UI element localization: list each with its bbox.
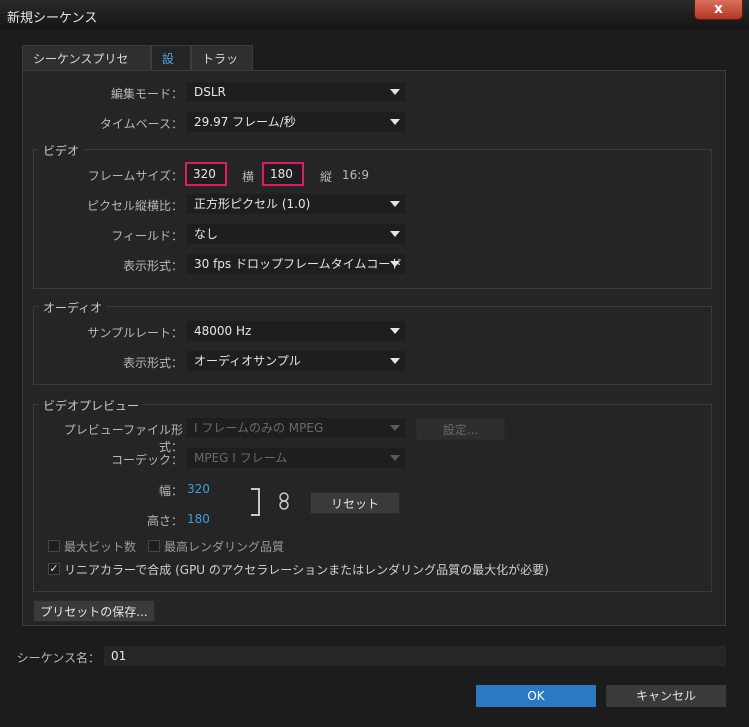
pixel-aspect-dropdown[interactable]: 正方形ピクセル (1.0) (187, 194, 405, 214)
max-render-quality-checkbox[interactable] (148, 540, 160, 552)
video-preview-group-title: ビデオプレビュー (39, 397, 144, 414)
preview-file-format-dropdown[interactable]: I フレームのみの MPEG (187, 418, 405, 438)
link-bracket (251, 488, 260, 516)
codec-value: MPEG I フレーム (194, 451, 288, 465)
preview-settings-button[interactable]: 設定... (416, 418, 505, 440)
preview-width-value[interactable]: 320 (187, 482, 210, 496)
video-display-format-label: 表示形式： (122, 259, 183, 273)
edit-mode-label: 編集モード： (110, 87, 183, 101)
preview-height-label: 高さ： (146, 514, 183, 528)
video-display-format-dropdown[interactable]: 30 fps ドロップフレームタイムコード (187, 254, 405, 274)
fields-value: なし (194, 227, 219, 241)
fields-dropdown[interactable]: なし (187, 224, 405, 244)
chevron-down-icon (390, 231, 400, 237)
codec-dropdown[interactable]: MPEG I フレーム (187, 448, 405, 468)
window-title: 新規シーケンス (7, 11, 98, 26)
close-icon: x (713, 1, 724, 17)
fields-label: フィールド： (111, 229, 183, 243)
cancel-button[interactable]: キャンセル (606, 685, 726, 707)
edit-mode-value: DSLR (194, 85, 226, 99)
frame-width-input[interactable]: 320 (185, 162, 227, 186)
chain-link-icon[interactable] (278, 492, 290, 510)
reset-button[interactable]: リセット (310, 492, 400, 514)
video-display-format-value: 30 fps ドロップフレームタイムコード (194, 257, 403, 271)
audio-group (33, 306, 712, 385)
linear-color-checkbox[interactable]: ✓ (48, 563, 60, 575)
chevron-down-icon (390, 89, 400, 95)
chevron-down-icon (390, 201, 400, 207)
video-group-title: ビデオ (39, 142, 84, 159)
audio-display-format-label: 表示形式： (122, 356, 183, 370)
close-button[interactable]: x (694, 0, 743, 20)
pixel-aspect-value: 正方形ピクセル (1.0) (194, 197, 311, 211)
audio-group-title: オーディオ (39, 299, 107, 316)
max-render-quality-label: 最高レンダリング品質 (164, 540, 285, 554)
chevron-down-icon (390, 425, 400, 431)
sequence-name-label: シーケンス名： (16, 651, 100, 665)
edit-mode-dropdown[interactable]: DSLR (187, 82, 405, 102)
frame-size-label: フレームサイズ： (87, 169, 183, 183)
tab-settings[interactable]: 設定 (151, 45, 191, 92)
linear-color-label: リニアカラーで合成 (GPU のアクセラレーションまたはレンダリング品質の最大化… (64, 563, 549, 577)
tab-sequence-presets[interactable]: シーケンスプリセット (22, 45, 151, 92)
sequence-name-input[interactable]: 01 (104, 646, 726, 666)
checkmark-icon: ✓ (49, 562, 59, 575)
preview-width-label: 幅： (158, 484, 183, 498)
timebase-value: 29.97 フレーム/秒 (194, 115, 296, 129)
frame-height-input[interactable]: 180 (262, 162, 304, 186)
ok-button[interactable]: OK (476, 685, 596, 707)
preview-file-format-label: プレビューファイル形式： (63, 423, 183, 454)
chevron-down-icon (390, 119, 400, 125)
audio-display-format-value: オーディオサンプル (194, 354, 301, 368)
pixel-aspect-label: ピクセル縦横比： (86, 199, 183, 213)
preview-file-format-value: I フレームのみの MPEG (194, 421, 324, 435)
audio-display-format-dropdown[interactable]: オーディオサンプル (187, 351, 405, 371)
chevron-down-icon (390, 358, 400, 364)
sample-rate-value: 48000 Hz (194, 324, 252, 338)
sample-rate-dropdown[interactable]: 48000 Hz (187, 321, 405, 341)
height-unit-label: 縦 (320, 170, 333, 184)
save-preset-button[interactable]: プリセットの保存... (33, 600, 155, 622)
preview-height-value[interactable]: 180 (187, 512, 210, 526)
chevron-down-icon (390, 261, 400, 267)
aspect-ratio-text: 16:9 (342, 168, 369, 182)
max-bit-depth-label: 最大ビット数 (64, 540, 137, 554)
width-unit-label: 横 (242, 170, 255, 184)
timebase-label: タイムベース： (99, 117, 183, 131)
timebase-dropdown[interactable]: 29.97 フレーム/秒 (187, 112, 405, 132)
tab-tracks[interactable]: トラック (191, 45, 253, 92)
title-bar: 新規シーケンス x (0, 0, 749, 30)
sample-rate-label: サンプルレート： (87, 326, 183, 340)
chevron-down-icon (390, 455, 400, 461)
chevron-down-icon (390, 328, 400, 334)
max-bit-depth-checkbox[interactable] (48, 540, 60, 552)
codec-label: コーデック： (110, 453, 183, 467)
